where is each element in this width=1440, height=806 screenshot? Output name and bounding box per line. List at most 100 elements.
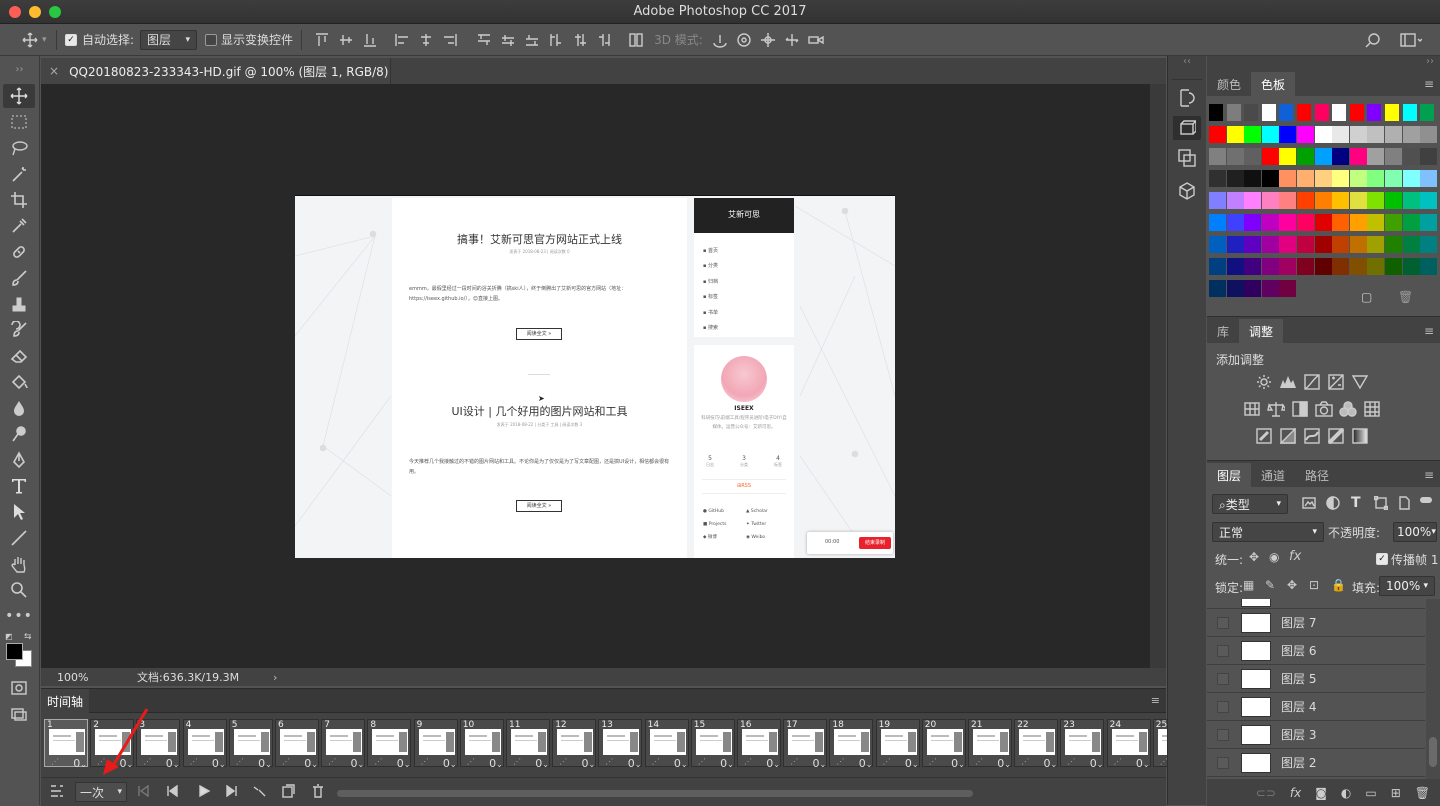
- lock-position-icon[interactable]: ✥: [1287, 578, 1297, 592]
- timeline-frame[interactable]: 22 ⋰ 0⌄: [1014, 719, 1059, 770]
- workspace-icon[interactable]: [1398, 32, 1424, 47]
- color-swatch[interactable]: [1332, 104, 1347, 121]
- color-swatch[interactable]: [1209, 192, 1226, 209]
- timeline-frame[interactable]: 8 ⋰ 0⌄: [367, 719, 412, 770]
- color-swatch[interactable]: [1226, 192, 1244, 209]
- eraser-tool-button[interactable]: [3, 344, 35, 368]
- frame-delay[interactable]: ⋰0⌄: [969, 757, 1013, 770]
- invert-icon[interactable]: [1255, 428, 1273, 444]
- frame-delay[interactable]: ⋰0⌄: [276, 757, 320, 770]
- color-swatch[interactable]: [1367, 258, 1385, 275]
- filter-shape-icon[interactable]: [1374, 496, 1388, 510]
- color-swatch[interactable]: [1226, 258, 1244, 275]
- loop-dropdown[interactable]: 一次 ▾: [75, 782, 127, 802]
- color-swatch[interactable]: [1261, 148, 1279, 165]
- color-swatch[interactable]: [1349, 126, 1367, 143]
- color-swatch[interactable]: [1279, 104, 1294, 121]
- frame-delay[interactable]: ⋰0⌄: [923, 757, 967, 770]
- align-top-icon[interactable]: [313, 31, 331, 49]
- tween-icon[interactable]: [253, 785, 267, 797]
- frame-delay[interactable]: ⋰0⌄: [322, 757, 366, 770]
- status-menu-arrow-icon[interactable]: ›: [273, 671, 277, 684]
- color-swatch[interactable]: [1420, 126, 1438, 143]
- color-swatch[interactable]: [1332, 170, 1350, 187]
- color-swatch[interactable]: [1261, 192, 1279, 209]
- timeline-frame[interactable]: 19 ⋰ 0⌄: [875, 719, 920, 770]
- brush-tool-button[interactable]: [3, 266, 35, 290]
- scholar-link[interactable]: ▲ Scholar: [746, 505, 768, 518]
- black-white-icon[interactable]: [1291, 401, 1309, 417]
- timeline-frame[interactable]: 23 ⋰ 0⌄: [1060, 719, 1105, 770]
- frame-delay[interactable]: ⋰0⌄: [230, 757, 274, 770]
- layer-visibility-toggle[interactable]: [1217, 644, 1229, 657]
- timeline-frame[interactable]: 4 ⋰ 0⌄: [182, 719, 228, 770]
- opacity-input[interactable]: 100% ▾: [1393, 522, 1437, 542]
- blend-mode-dropdown[interactable]: 正常 ▾: [1212, 522, 1324, 542]
- duplicate-frame-icon[interactable]: [281, 784, 295, 798]
- color-swatch[interactable]: [1402, 192, 1420, 209]
- photo-filter-icon[interactable]: [1315, 401, 1333, 417]
- paragraph-styles-icon[interactable]: [1168, 140, 1206, 176]
- color-swatch[interactable]: [1402, 214, 1420, 231]
- color-swatch[interactable]: [1244, 280, 1262, 297]
- 3d-panel-icon[interactable]: [1173, 116, 1201, 140]
- pen-tool-button[interactable]: [3, 448, 35, 472]
- frame-delay[interactable]: ⋰0⌄: [45, 757, 89, 770]
- color-swatch[interactable]: [1209, 258, 1226, 275]
- filter-smart-object-icon[interactable]: [1397, 496, 1411, 510]
- color-swatch[interactable]: [1279, 126, 1297, 143]
- color-swatch[interactable]: [1332, 214, 1350, 231]
- color-swatch[interactable]: [1385, 126, 1402, 143]
- color-swatch[interactable]: [1261, 280, 1279, 297]
- tab-adjustments[interactable]: 调整: [1239, 319, 1284, 343]
- frame-delay[interactable]: ⋰0⌄: [184, 757, 228, 770]
- nav-item-search[interactable]: ▪ 搜索: [703, 321, 718, 336]
- delete-layer-icon[interactable]: 🗑: [1415, 786, 1430, 800]
- color-swatch[interactable]: [1226, 126, 1244, 143]
- color-swatch[interactable]: [1367, 148, 1385, 165]
- color-swatch[interactable]: [1420, 236, 1438, 253]
- swap-colors-icon[interactable]: ⇆: [24, 632, 32, 642]
- nav-item-home[interactable]: ▪ 首页: [703, 244, 718, 259]
- color-swatch[interactable]: [1226, 170, 1244, 187]
- color-swatch[interactable]: [1314, 170, 1332, 187]
- color-swatch[interactable]: [1244, 258, 1262, 275]
- collapse-tools-icon[interactable]: ››: [0, 56, 39, 82]
- distribute-hcenter-icon[interactable]: [571, 31, 589, 49]
- lock-transparent-icon[interactable]: ▦: [1243, 578, 1254, 592]
- tab-channels[interactable]: 通道: [1251, 463, 1295, 487]
- canvas-area[interactable]: 搞事！艾新可思官方网站正式上线 发表于 2018-08-23 | 阅读次数 0 …: [41, 84, 1150, 668]
- color-swatch[interactable]: [1261, 170, 1279, 187]
- filter-toggle[interactable]: [1420, 497, 1432, 503]
- zoom-tool-button[interactable]: [3, 578, 35, 602]
- color-balance-icon[interactable]: [1267, 401, 1285, 417]
- color-swatch[interactable]: [1385, 258, 1402, 275]
- color-swatch[interactable]: [1402, 258, 1420, 275]
- layers-menu-icon[interactable]: ≡: [1418, 468, 1440, 487]
- new-adjustment-layer-icon[interactable]: ◐: [1341, 786, 1351, 800]
- color-swatch[interactable]: [1314, 258, 1332, 275]
- new-swatch-icon[interactable]: ▢: [1361, 290, 1372, 304]
- document-tab[interactable]: × QQ20180823-233343-HD.gif @ 100% (图层 1,…: [41, 58, 391, 84]
- weibo-link[interactable]: ◉ Weibo: [746, 531, 768, 544]
- color-swatch[interactable]: [1314, 126, 1332, 143]
- color-swatch[interactable]: [1297, 104, 1311, 121]
- color-swatch[interactable]: [1297, 214, 1314, 231]
- color-swatch[interactable]: [1420, 104, 1435, 121]
- timeline-frame[interactable]: 11 ⋰ 0⌄: [506, 719, 550, 770]
- color-swatch[interactable]: [1226, 214, 1244, 231]
- nav-item-tags[interactable]: ▪ 标签: [703, 290, 718, 305]
- filter-pixel-icon[interactable]: [1302, 496, 1316, 510]
- color-swatch[interactable]: [1209, 170, 1226, 187]
- vibrance-icon[interactable]: [1351, 374, 1369, 390]
- timeline-menu-icon[interactable]: ≡: [1151, 694, 1160, 707]
- posterize-icon[interactable]: [1279, 428, 1297, 444]
- timeline-frame[interactable]: 1 ⋰ 0⌄: [44, 719, 89, 770]
- fill-input[interactable]: 100% ▾: [1379, 576, 1435, 596]
- layer-visibility-toggle[interactable]: [1217, 672, 1229, 685]
- post2-title[interactable]: UI设计 | 几个好用的图片网站和工具: [392, 403, 687, 419]
- color-swatch[interactable]: [1279, 258, 1297, 275]
- layer-row[interactable]: 图层 4: [1207, 693, 1425, 721]
- color-swatch[interactable]: [1244, 236, 1262, 253]
- color-swatch[interactable]: [1349, 148, 1367, 165]
